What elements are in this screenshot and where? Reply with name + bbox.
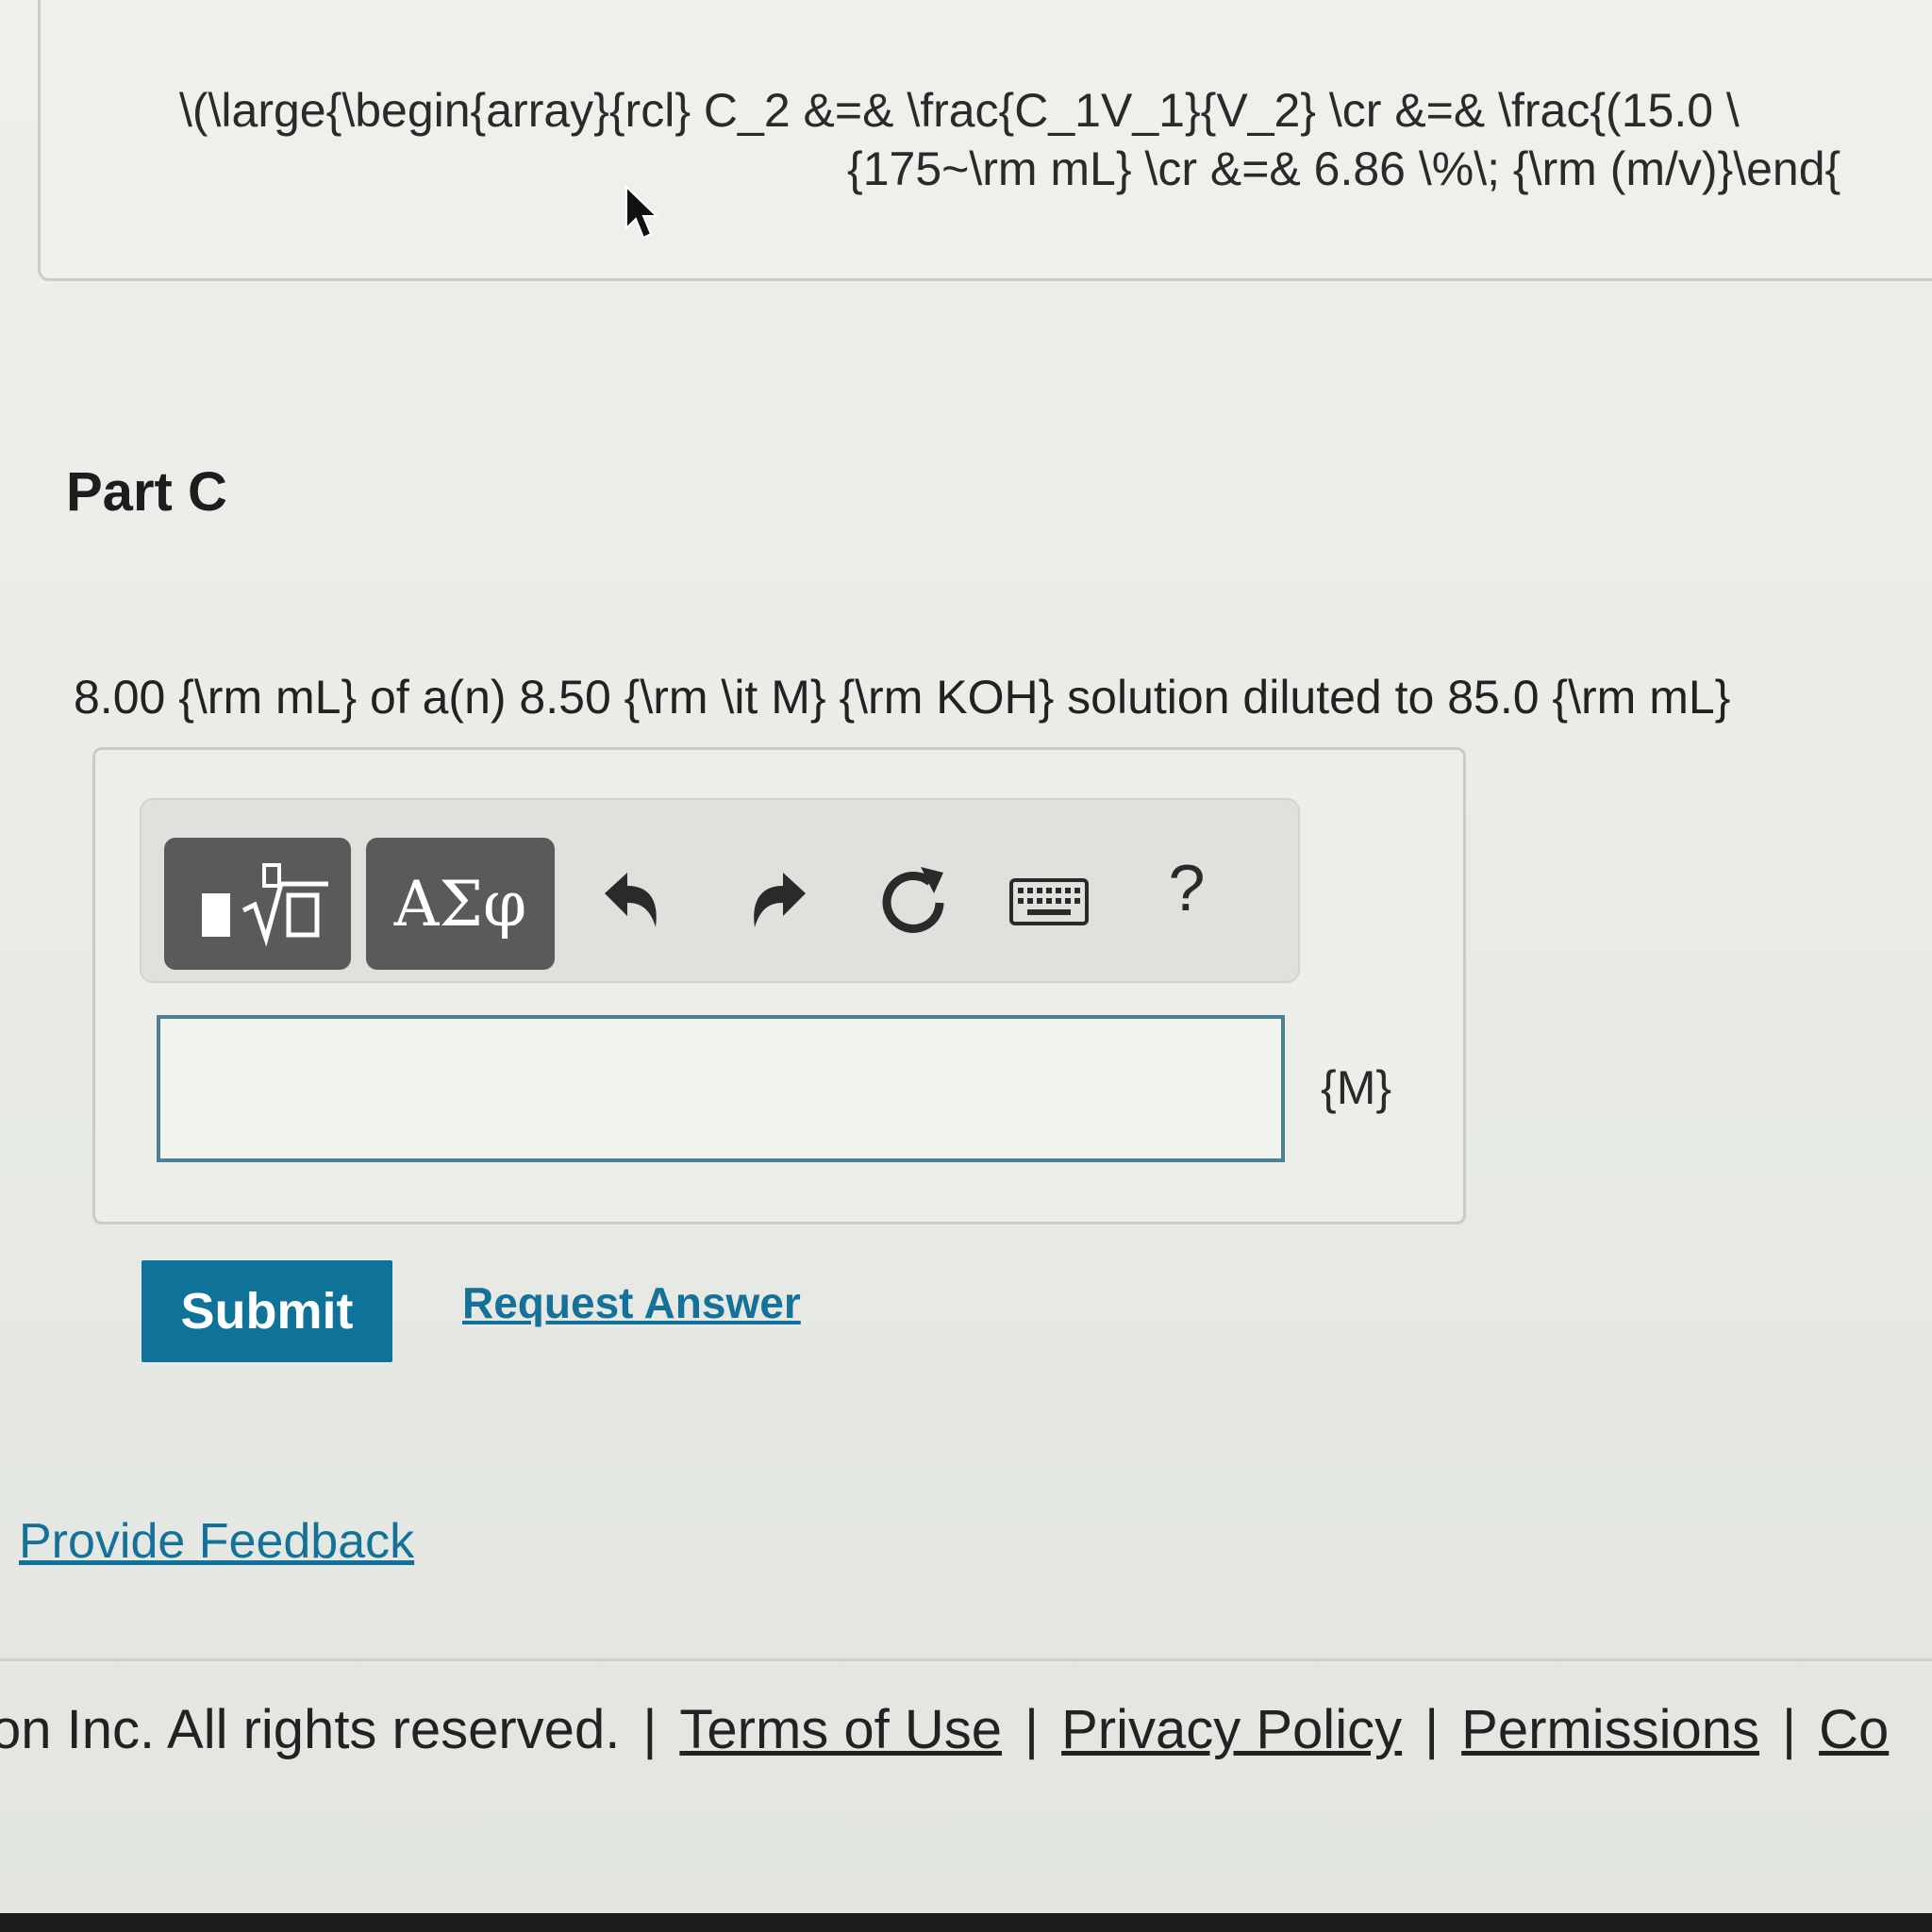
provide-feedback-link[interactable]: Provide Feedback xyxy=(19,1513,414,1570)
templates-button[interactable] xyxy=(164,838,351,970)
mouse-pointer-icon xyxy=(625,185,659,240)
reset-icon xyxy=(882,867,944,933)
footer: on Inc. All rights reserved. | Terms of Us… xyxy=(0,1698,1889,1761)
footer-link-cut[interactable]: Co xyxy=(1819,1699,1889,1760)
redo-button[interactable] xyxy=(741,858,816,943)
footer-separator: | xyxy=(1024,1699,1040,1760)
copyright-text: on Inc. All rights reserved. xyxy=(0,1699,621,1760)
page: \(\large{\begin{array}{rcl} C_2 &=& \fra… xyxy=(0,0,1932,1932)
solution-line-1: \(\large{\begin{array}{rcl} C_2 &=& \fra… xyxy=(179,84,1740,137)
templates-radical-icon xyxy=(202,863,328,947)
footer-separator: | xyxy=(1782,1699,1797,1760)
footer-divider xyxy=(0,1658,1932,1661)
keyboard-button[interactable] xyxy=(1008,874,1091,930)
redo-icon xyxy=(754,873,806,927)
help-button[interactable]: ? xyxy=(1158,845,1215,930)
reset-button[interactable] xyxy=(873,855,954,945)
privacy-policy-link[interactable]: Privacy Policy xyxy=(1061,1699,1402,1760)
question-text: 8.00 {\rm mL} of a(n) 8.50 {\rm \it M} {… xyxy=(74,671,1731,724)
terms-of-use-link[interactable]: Terms of Use xyxy=(679,1699,1002,1760)
undo-icon xyxy=(605,873,657,927)
footer-separator: | xyxy=(1424,1699,1440,1760)
undo-button[interactable] xyxy=(594,858,670,943)
permissions-link[interactable]: Permissions xyxy=(1461,1699,1759,1760)
part-title: Part C xyxy=(66,461,227,523)
submit-button[interactable]: Submit xyxy=(142,1260,392,1362)
solution-box xyxy=(38,0,1932,281)
unit-label: {M} xyxy=(1321,1061,1392,1114)
footer-separator: | xyxy=(642,1699,658,1760)
solution-line-2: {175~\rm mL} \cr &=& 6.86 \%\; {\rm (m/v… xyxy=(847,142,1841,195)
keyboard-icon xyxy=(1009,878,1089,925)
screen-bezel xyxy=(0,1913,1932,1932)
answer-input[interactable] xyxy=(157,1015,1285,1162)
symbols-button[interactable]: ΑΣφ xyxy=(366,838,555,970)
request-answer-link[interactable]: Request Answer xyxy=(462,1277,801,1328)
